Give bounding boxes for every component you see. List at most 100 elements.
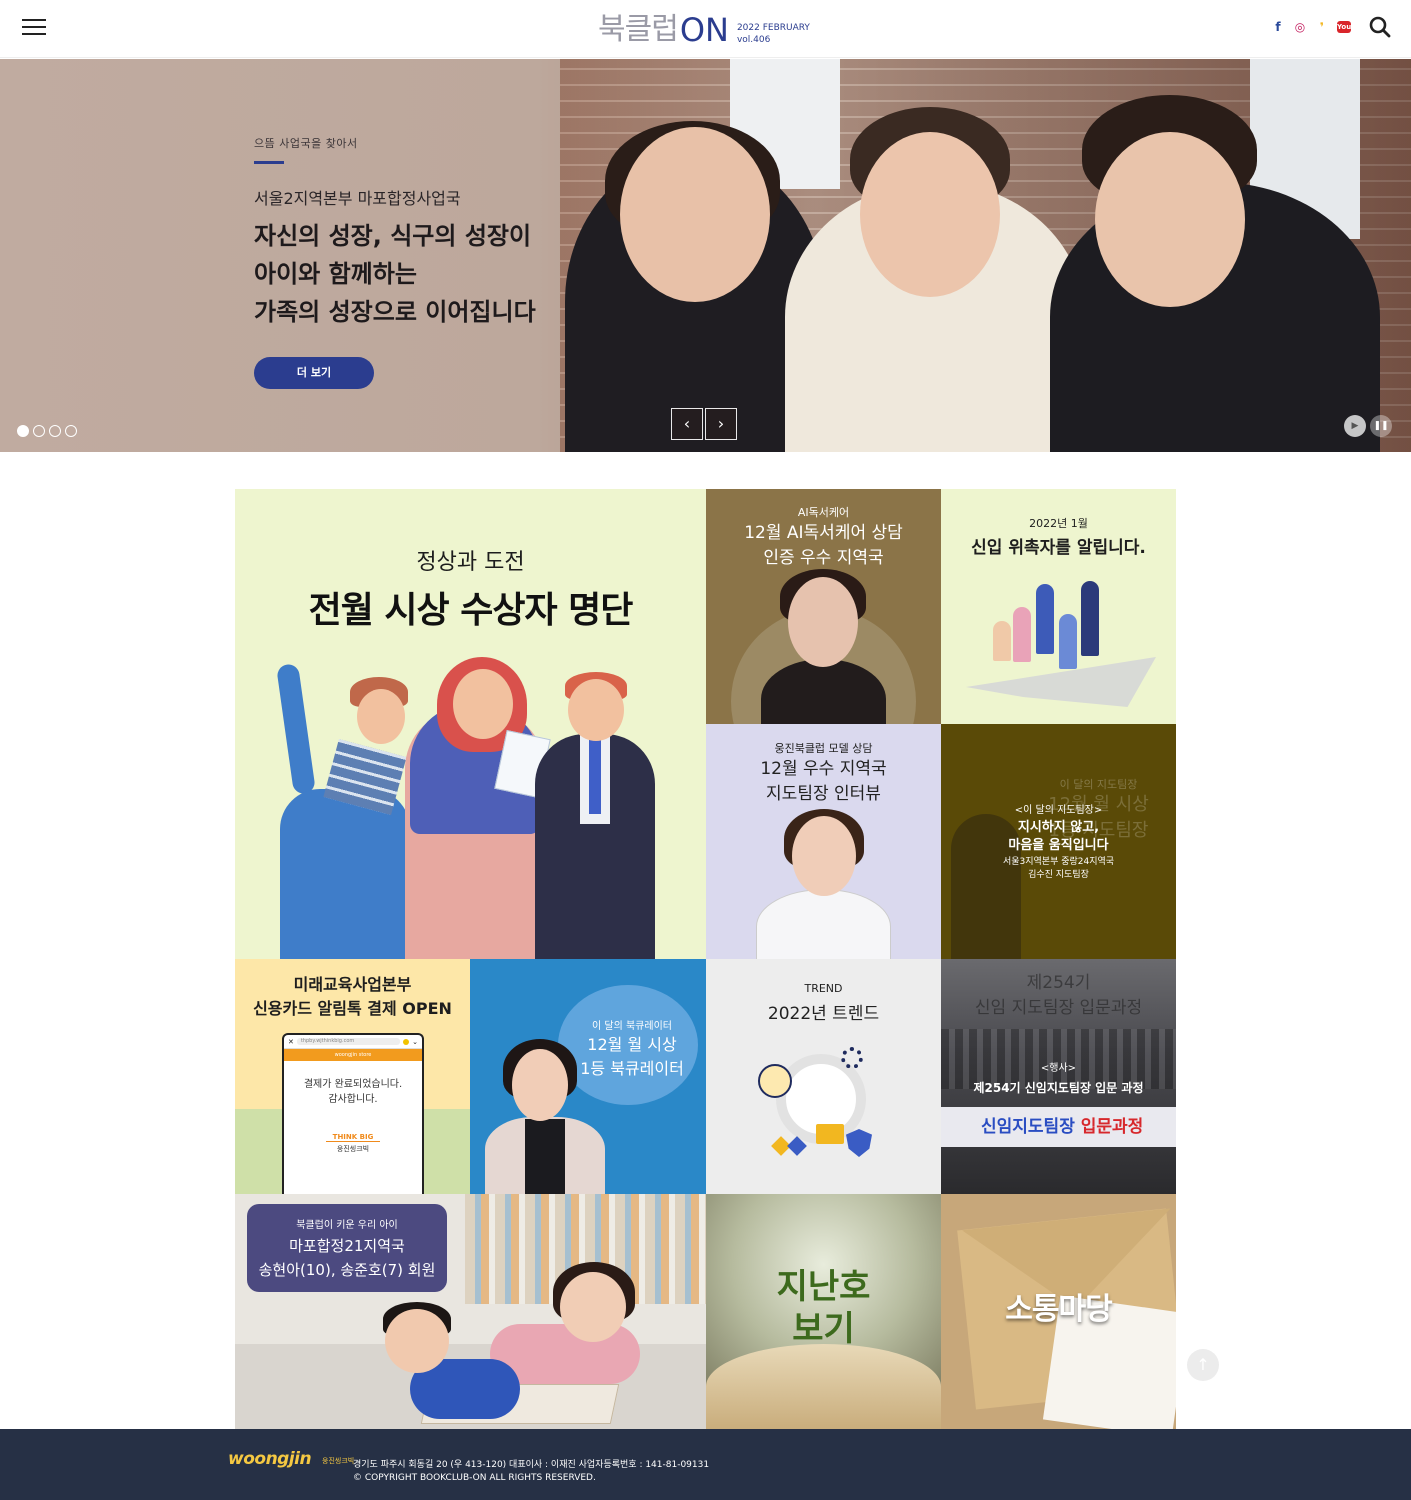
tile-kicker: 북클럽이 키운 우리 아이	[296, 1220, 398, 1231]
hero-slider: 으뜸 사업국을 찾아서 서울2지역본부 마포합정사업국 자신의 성장, 식구의 …	[0, 59, 1411, 452]
logo-subtext: 웅진씽크빅	[336, 1145, 370, 1153]
illustration-person	[1036, 584, 1054, 654]
slide-dot[interactable]	[33, 425, 45, 437]
slide-indicators	[17, 425, 77, 437]
tile-community[interactable]: 소통마당	[941, 1194, 1176, 1429]
hero-subtitle: 서울2지역본부 마포합정사업국	[254, 189, 461, 208]
tile-kicker: AI독서케어	[797, 506, 850, 519]
hero-person-face	[860, 132, 1000, 297]
tile-title: 12월 우수 지역국 지도팀장 인터뷰	[760, 759, 887, 804]
logo-text: 북클럽	[598, 12, 679, 47]
girl-face	[560, 1272, 626, 1342]
portrait-body	[756, 889, 891, 959]
tile-leader-of-month[interactable]: 이 달의 지도팀장 12월 월 시상 1등 지도팀장 <이 달의 지도팀장> 지…	[941, 724, 1176, 959]
illustration-person	[1013, 607, 1031, 662]
illustration-tie	[589, 739, 601, 814]
tile-caption: 서울3지역본부 중랑24지역국 김수진 지도팀장	[1002, 857, 1115, 880]
illustration-arm	[276, 663, 316, 795]
thinkbig-logo: THINK BIG 웅진씽크빅	[326, 1133, 380, 1153]
tile-kicker: 2022년 1월	[1029, 517, 1088, 530]
gear-icon	[841, 1047, 863, 1069]
hero-person-face	[620, 127, 770, 302]
hero-divider	[254, 161, 284, 164]
issue-date: 2022 FEBRUARY	[736, 23, 810, 33]
tile-back-issues[interactable]: 지난호 보기	[706, 1194, 941, 1429]
play-icon[interactable]: ▶	[1344, 415, 1366, 437]
logo-text: THINK BIG	[326, 1133, 380, 1142]
kakao-story-icon[interactable]: ❜	[1315, 18, 1329, 36]
tile-title: 전월 시상 수상자 명단	[308, 590, 634, 631]
slide-dot[interactable]	[65, 425, 77, 437]
folder-icon	[816, 1124, 844, 1144]
illustration-face	[453, 669, 513, 739]
tile-award-winners[interactable]: 정상과 도전 전월 시상 수상자 명단	[235, 489, 706, 959]
copyright: © COPYRIGHT BOOKCLUB-ON ALL RIGHTS RESER…	[353, 1473, 596, 1483]
prev-slide-button[interactable]: ‹	[671, 408, 703, 440]
tile-trend-2022[interactable]: TREND 2022년 트렌드	[706, 959, 941, 1194]
tile-title: 12월 AI독서케어 상담 인증 우수 지역국	[744, 523, 903, 568]
phone-browser-bar: ✕ thpby.wjthinkbig.com ⌄	[284, 1035, 422, 1049]
tile-kicker: <행사>	[1040, 1063, 1077, 1074]
tile-title: 12월 월 시상 1등 북큐레이터	[580, 1035, 684, 1078]
phone-url: thpby.wjthinkbig.com	[296, 1038, 401, 1045]
slide-dot[interactable]	[17, 425, 29, 437]
company-address: 경기도 파주시 회동길 20 (우 413-120) 대표이사 : 이재진 사업…	[353, 1460, 710, 1470]
tile-kicker: 정상과 도전	[416, 550, 525, 575]
issue-info: 2022 FEBRUARY vol.406	[737, 22, 810, 46]
banner-text-b: 입문과정	[1080, 1117, 1144, 1137]
portrait-face	[512, 1049, 568, 1121]
tile-kicker: <이 달의 지도팀장>	[1014, 805, 1103, 816]
scroll-top-button[interactable]: ↑	[1187, 1349, 1219, 1381]
tile-card-payment[interactable]: 미래교육사업본부 신용카드 알림톡 결제 OPEN ✕ thpby.wjthin…	[235, 959, 470, 1194]
woongjin-logo-sub: 웅진씽크빅	[322, 1457, 355, 1465]
pause-icon[interactable]: ❚❚	[1370, 415, 1392, 437]
open-book	[706, 1344, 941, 1429]
hero-kicker: 으뜸 사업국을 찾아서	[254, 137, 358, 150]
tile-title: 지시하지 않고, 마음을 움직입니다	[1008, 820, 1109, 853]
tile-kicker: 웅진북클럽 모델 상담	[774, 742, 873, 755]
facebook-icon[interactable]: f	[1271, 18, 1285, 36]
illustration-person	[993, 621, 1011, 661]
kakao-icon	[403, 1038, 410, 1045]
portrait-face	[792, 816, 856, 896]
instagram-icon[interactable]: ◎	[1293, 18, 1307, 36]
phone-brand-bar: woongjin store	[284, 1049, 422, 1061]
sns-links: f ◎ ❜ You	[1271, 18, 1351, 36]
tile-kicker: TREND	[804, 982, 843, 995]
banner-text-a: 신임지도팀장	[981, 1117, 1075, 1137]
tile-book-curator[interactable]: 이 달의 북큐레이터 12월 월 시상 1등 북큐레이터	[470, 959, 706, 1194]
illustration-person	[1081, 581, 1099, 656]
portrait-inner	[525, 1119, 565, 1194]
menu-icon[interactable]	[22, 19, 46, 37]
tile-title: 소통마당	[1005, 1292, 1112, 1327]
content-grid: 정상과 도전 전월 시상 수상자 명단 AI독서케어 12월 AI독서케어 상담…	[235, 489, 1176, 1429]
tile-member-kids[interactable]: 북클럽이 키운 우리 아이 마포합정21지역국 송현아(10), 송준호(7) …	[235, 1194, 706, 1429]
event-banner-text: 신임지도팀장 입문과정	[981, 1112, 1143, 1137]
site-footer: woongjin 웅진씽크빅 경기도 파주시 회동길 20 (우 413-120…	[0, 1429, 1411, 1500]
tile-leader-course[interactable]: 제254기 신임 지도팀장 입문과정 <행사> 제254기 신임지도팀장 입문 …	[941, 959, 1176, 1194]
next-slide-button[interactable]: ›	[705, 408, 737, 440]
woongjin-logo[interactable]: woongjin	[228, 1449, 312, 1469]
lightbulb-icon	[758, 1064, 792, 1098]
payment-complete-message: 결제가 완료되었습니다. 감사합니다.	[303, 1079, 403, 1105]
tile-background-title: 제254기 신임 지도팀장 입문과정	[974, 973, 1143, 1018]
site-header: 북클럽 ON 2022 FEBRUARY vol.406 f ◎ ❜ You	[0, 0, 1411, 58]
tile-new-recruits[interactable]: 2022년 1월 신입 위촉자를 알립니다.	[941, 489, 1176, 724]
logo-on-text: ON	[679, 11, 729, 49]
tile-title: 지난호 보기	[776, 1267, 871, 1349]
tile-title: 제254기 신임지도팀장 입문 과정	[973, 1081, 1144, 1095]
slide-dot[interactable]	[49, 425, 61, 437]
hero-more-button[interactable]: 더 보기	[254, 357, 374, 389]
site-logo[interactable]: 북클럽 ON 2022 FEBRUARY vol.406	[598, 8, 810, 50]
search-icon[interactable]	[1369, 16, 1391, 38]
tile-ai-reading-care[interactable]: AI독서케어 12월 AI독서케어 상담 인증 우수 지역국	[706, 489, 941, 724]
illustration-face	[357, 689, 405, 744]
hero-title: 자신의 성장, 식구의 성장이 아이와 함께하는 가족의 성장으로 이어집니다	[254, 222, 536, 326]
hero-person-face	[1095, 132, 1245, 307]
tile-title: 미래교육사업본부 신용카드 알림톡 결제 OPEN	[253, 975, 452, 1018]
tile-background-kicker: 이 달의 지도팀장	[1059, 778, 1138, 791]
tile-title: 2022년 트렌드	[767, 1004, 880, 1024]
tile-leader-interview[interactable]: 웅진북클럽 모델 상담 12월 우수 지역국 지도팀장 인터뷰	[706, 724, 941, 959]
youtube-icon[interactable]: You	[1337, 21, 1351, 33]
boy-face	[385, 1309, 449, 1373]
